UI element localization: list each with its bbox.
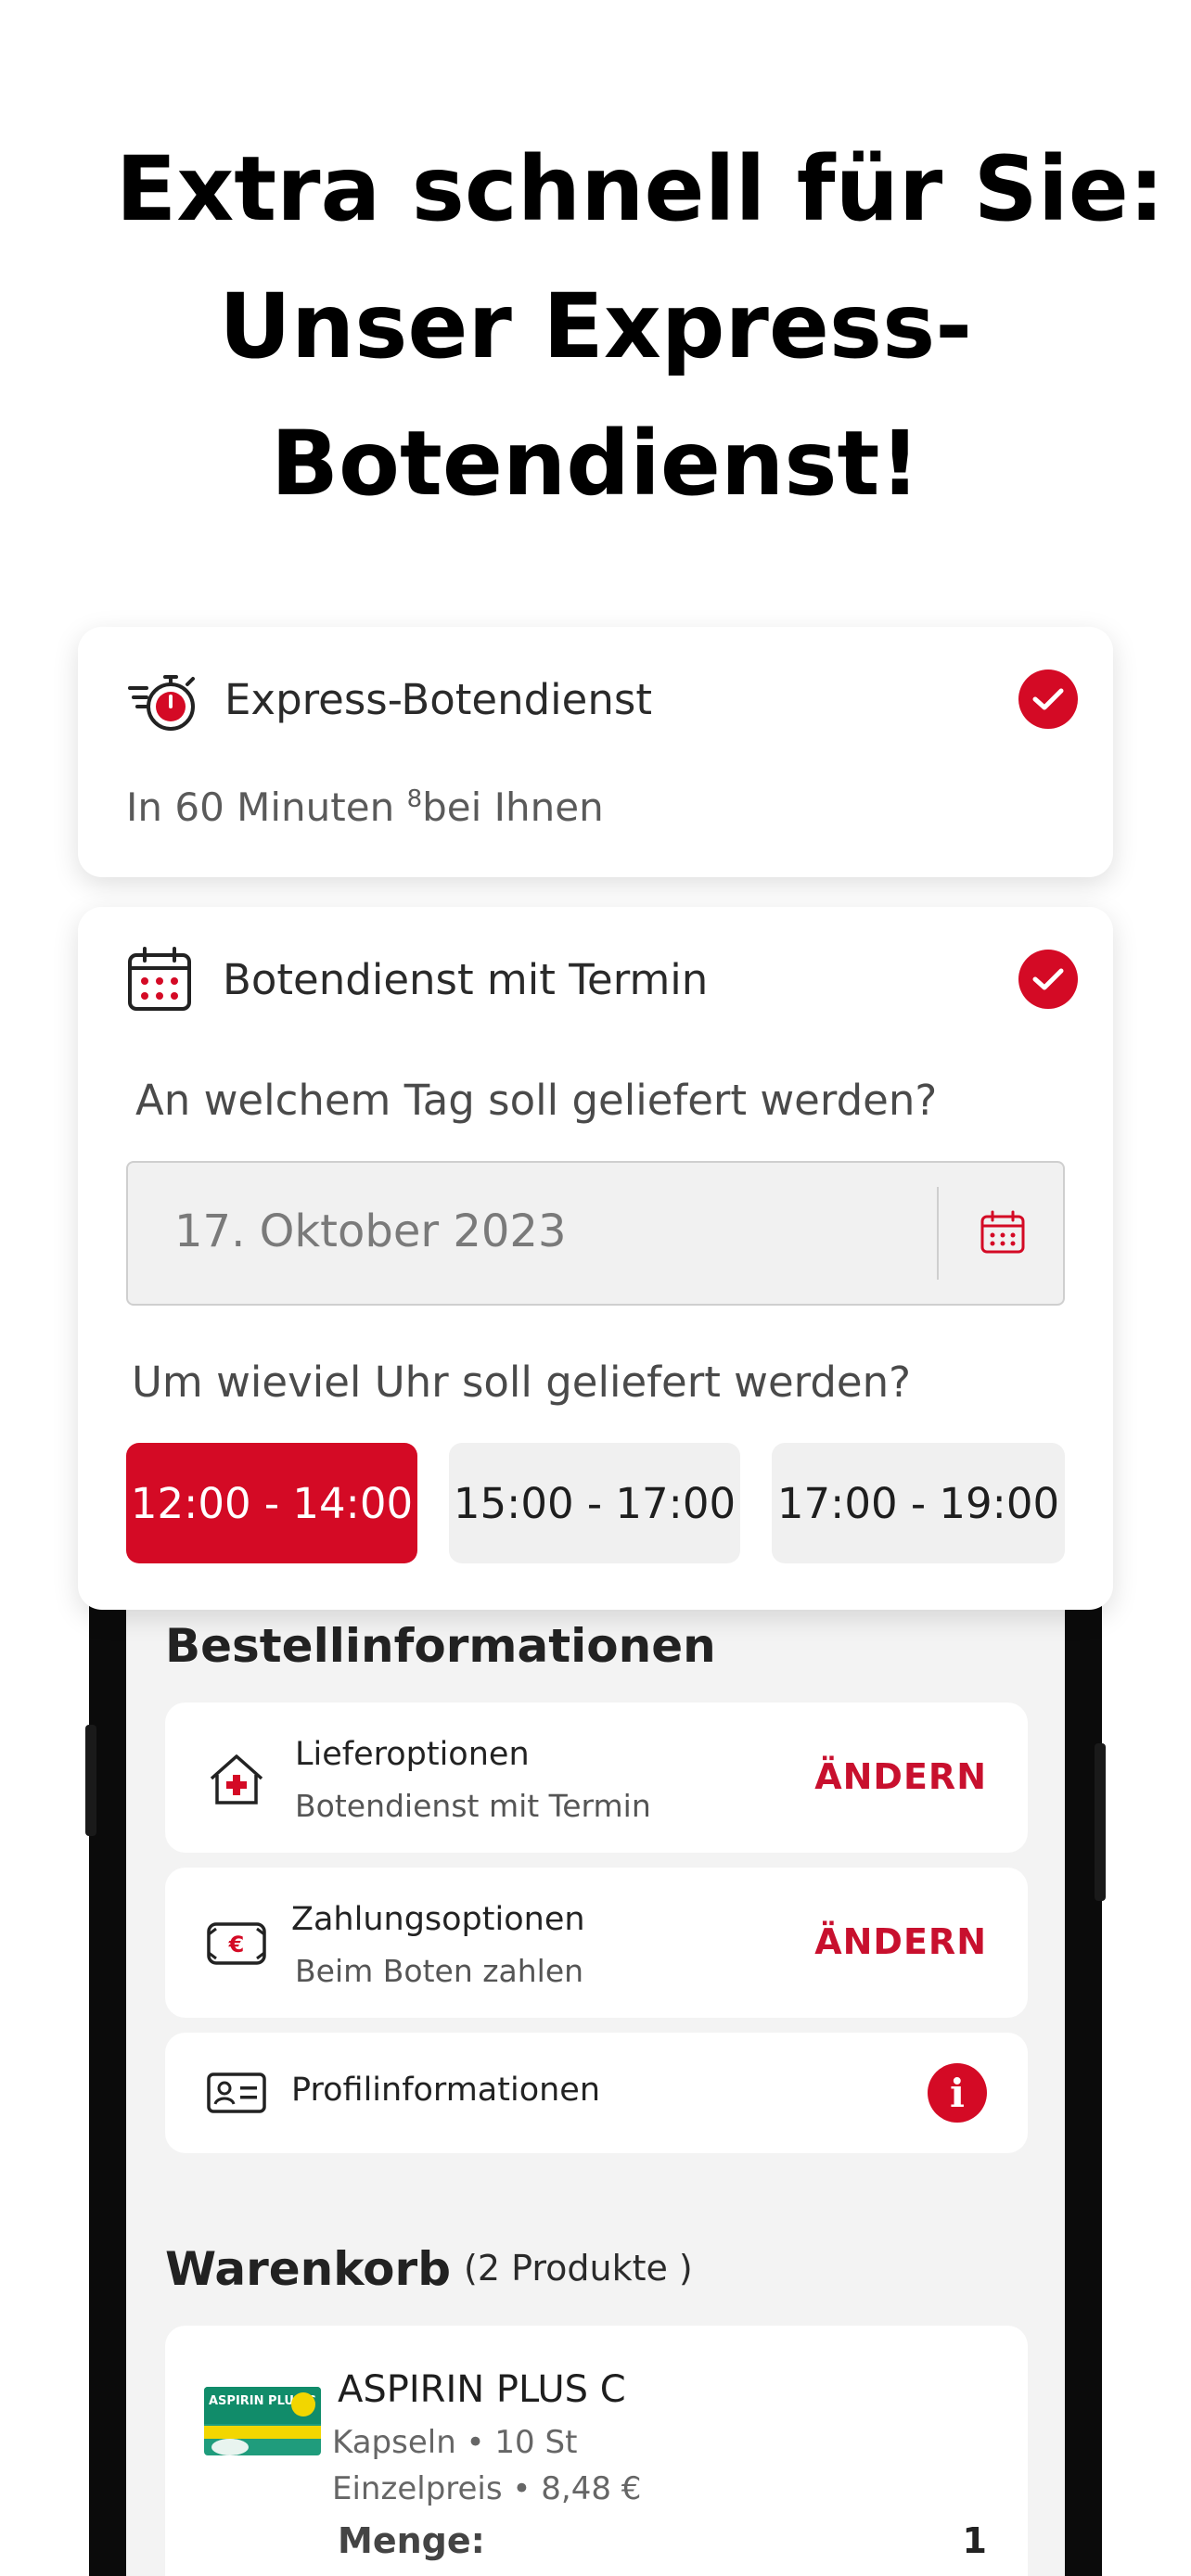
euro-cash-icon: € [207, 1922, 266, 1965]
headline-line-1: Extra schnell für Sie: [115, 137, 1165, 241]
delivery-options-label: Lieferoptionen [295, 1736, 530, 1773]
product-image: ASPIRIN PLUS C [204, 2387, 321, 2455]
promo-headline: Extra schnell für Sie: Unser Express- Bo… [0, 121, 1191, 532]
date-picker-icon[interactable] [980, 1209, 1026, 1256]
calendar-icon [128, 947, 191, 1011]
profile-info-label: Profilinformationen [291, 2072, 601, 2109]
time-slot-15-17[interactable]: 15:00 - 17:00 [449, 1443, 740, 1563]
product-form: Kapseln • 10 St [332, 2424, 578, 2461]
cart-title: Warenkorb [165, 2242, 451, 2296]
order-info-title: Bestellinformationen [165, 1619, 716, 1673]
delivery-date-value: 17. Oktober 2023 [174, 1205, 567, 1257]
house-medical-icon [210, 1754, 263, 1804]
delivery-time-question: Um wieviel Uhr soll geliefert werden? [132, 1358, 912, 1407]
express-delivery-subtitle: In 60 Minuten 8bei Ihnen [126, 784, 604, 830]
delivery-day-question: An welchem Tag soll geliefert werden? [135, 1076, 938, 1125]
change-payment-button[interactable]: ÄNDERN [814, 1921, 987, 1962]
app-screen: Bestellinformationen Lieferoptionen Bote… [126, 1558, 1065, 2576]
delivery-options-row[interactable]: Lieferoptionen Botendienst mit Termin ÄN… [165, 1702, 1028, 1853]
appointment-delivery-title: Botendienst mit Termin [223, 955, 709, 1004]
info-icon[interactable]: i [928, 2063, 987, 2123]
headline-line-3: Botendienst! [270, 412, 921, 516]
phone-side-button [85, 1725, 96, 1836]
change-delivery-button[interactable]: ÄNDERN [814, 1756, 987, 1797]
delivery-options-value: Botendienst mit Termin [295, 1788, 651, 1824]
cart-count: (2 Produkte ) [464, 2248, 693, 2289]
time-slot-17-19[interactable]: 17:00 - 19:00 [772, 1443, 1065, 1563]
payment-options-label: Zahlungsoptionen [291, 1901, 585, 1938]
cart-item[interactable]: ASPIRIN PLUS C ASPIRIN PLUS C Kapseln • … [165, 2326, 1028, 2576]
appointment-delivery-card[interactable]: Botendienst mit Termin An welchem Tag so… [78, 907, 1113, 1610]
payment-options-row[interactable]: € Zahlungsoptionen Beim Boten zahlen ÄND… [165, 1868, 1028, 2018]
date-field-divider [937, 1187, 939, 1280]
profile-info-row[interactable]: Profilinformationen i [165, 2033, 1028, 2153]
quantity-label: Menge: [338, 2520, 485, 2561]
express-selected-check-icon[interactable] [1018, 670, 1078, 729]
time-slot-12-14[interactable]: 12:00 - 14:00 [126, 1443, 417, 1563]
payment-options-value: Beim Boten zahlen [295, 1953, 584, 1989]
headline-line-2: Unser Express- [218, 274, 973, 378]
express-delivery-title: Express-Botendienst [224, 675, 652, 724]
stopwatch-icon [128, 675, 195, 731]
express-delivery-card[interactable]: Express-Botendienst In 60 Minuten 8bei I… [78, 627, 1113, 877]
delivery-date-field[interactable]: 17. Oktober 2023 [126, 1161, 1065, 1306]
quantity-value: 1 [962, 2520, 987, 2561]
phone-side-button [1095, 1743, 1106, 1901]
footnote-marker: 8 [406, 785, 423, 813]
id-card-icon [207, 2072, 266, 2113]
svg-text:€: € [228, 1932, 245, 1958]
product-name: ASPIRIN PLUS C [338, 2368, 626, 2411]
appointment-selected-check-icon[interactable] [1018, 950, 1078, 1009]
product-unit-price: Einzelpreis • 8,48 € [332, 2470, 642, 2507]
